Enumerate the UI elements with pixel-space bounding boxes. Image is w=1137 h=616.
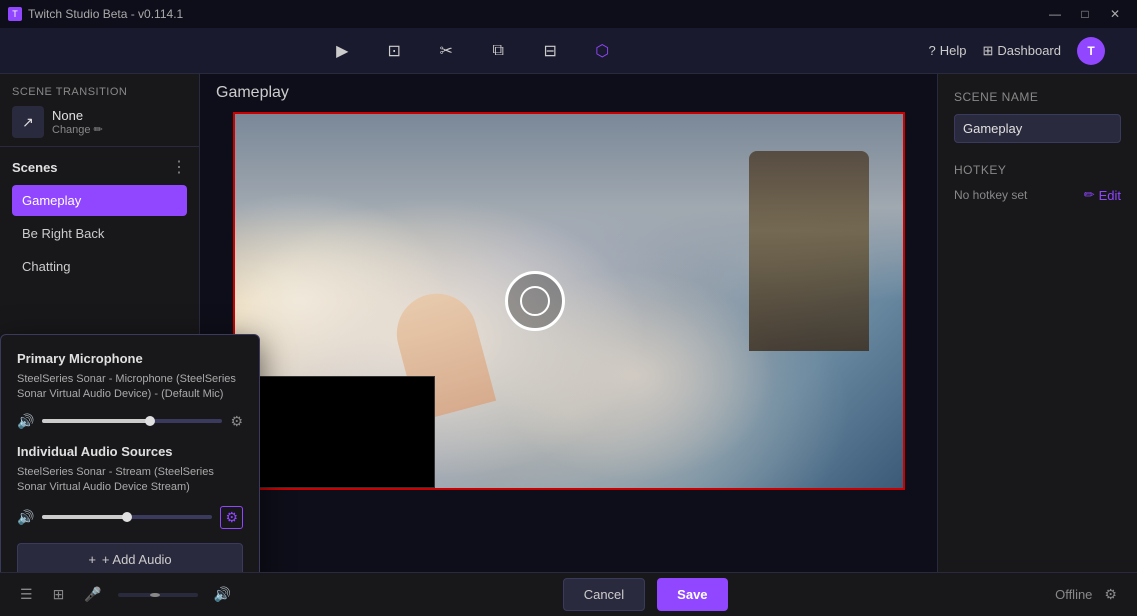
- individual-audio-device: SteelSeries Sonar - Stream (SteelSeries …: [17, 465, 243, 496]
- figure-right: [749, 151, 869, 351]
- titlebar-controls[interactable]: — □ ✕: [1041, 0, 1129, 28]
- titlebar-left: T Twitch Studio Beta - v0.114.1: [8, 7, 183, 21]
- app-icon: T: [8, 7, 22, 21]
- grid-button[interactable]: ⊞: [49, 582, 69, 607]
- bottom-right: Offline ⚙: [1055, 582, 1121, 607]
- toolbar: ▶ ⊡ ✂ ⧉ ⊟ ⬡ ? Help ⊞ Dashboard T: [0, 28, 1137, 74]
- speaker-icon: 🔊: [17, 413, 34, 430]
- bottom-left: ☰ ⊞ 🎤 🔊: [16, 582, 235, 607]
- hotkey-status-text: No hotkey set: [954, 188, 1027, 202]
- scene-item-chatting[interactable]: Chatting: [12, 251, 187, 282]
- left-sidebar: Scene Transition ↗ None Change ✏ Scenes …: [0, 74, 200, 572]
- scene-transition-section: Scene Transition ↗ None Change ✏: [0, 74, 199, 147]
- user-avatar[interactable]: T: [1077, 37, 1105, 65]
- transition-info: None Change ✏: [52, 108, 103, 136]
- align-tool-button[interactable]: ⊟: [534, 35, 566, 67]
- minimize-button[interactable]: —: [1041, 0, 1069, 28]
- edit-hotkey-button[interactable]: ✏ Edit: [1084, 187, 1121, 203]
- individual-audio-slider-thumb: [122, 512, 132, 522]
- individual-audio-controls: 🔊 ⚙: [17, 506, 243, 529]
- help-button[interactable]: ? Help: [929, 43, 967, 58]
- effects-tool-button[interactable]: ⬡: [586, 35, 618, 67]
- scene-item-be-right-back[interactable]: Be Right Back: [12, 218, 187, 249]
- mic-level-bar: [118, 593, 198, 597]
- bottom-center: Cancel Save: [563, 578, 728, 611]
- crop-tool-button[interactable]: ⊡: [378, 35, 410, 67]
- mic-button[interactable]: 🎤: [80, 582, 105, 607]
- primary-mic-device: SteelSeries Sonar - Microphone (SteelSer…: [17, 372, 243, 403]
- app-title: Twitch Studio Beta - v0.114.1: [28, 7, 183, 21]
- scene-item-gameplay[interactable]: Gameplay: [12, 185, 187, 216]
- scenes-more-button[interactable]: ⋮: [171, 157, 187, 177]
- transition-item: ↗ None Change ✏: [12, 106, 187, 138]
- scene-name-section: Scene Name: [954, 90, 1121, 143]
- change-transition-link[interactable]: Change ✏: [52, 123, 103, 136]
- hotkey-row: No hotkey set ✏ Edit: [954, 187, 1121, 203]
- add-audio-label: + Add Audio: [102, 552, 172, 567]
- individual-audio-slider-fill: [42, 515, 127, 519]
- menu-button[interactable]: ☰: [16, 582, 37, 607]
- edit-pencil-icon: ✏: [94, 123, 103, 136]
- transition-name: None: [52, 108, 103, 123]
- scene-transition-label: Scene Transition: [12, 86, 187, 98]
- duplicate-tool-button[interactable]: ⧉: [482, 35, 514, 67]
- primary-mic-gear-button[interactable]: ⚙: [230, 413, 243, 430]
- cancel-button[interactable]: Cancel: [563, 578, 645, 611]
- save-button[interactable]: Save: [657, 578, 727, 611]
- maximize-button[interactable]: □: [1071, 0, 1099, 28]
- audio-popup: Primary Microphone SteelSeries Sonar - M…: [0, 334, 260, 572]
- settings-button[interactable]: ⚙: [1100, 582, 1121, 607]
- speaker-icon-2: 🔊: [17, 509, 34, 526]
- toolbar-right: ? Help ⊞ Dashboard T: [929, 37, 1122, 65]
- logo-inner: [520, 286, 550, 316]
- bottom-bar: ☰ ⊞ 🎤 🔊 Cancel Save Offline ⚙: [0, 572, 1137, 616]
- preview-area: Gameplay: [200, 74, 937, 572]
- toolbar-center: ▶ ⊡ ✂ ⧉ ⊟ ⬡: [16, 35, 929, 67]
- edit-label: Edit: [1099, 188, 1121, 203]
- scene-name-label: Gameplay: [200, 74, 305, 112]
- dashboard-button[interactable]: ⊞ Dashboard: [982, 43, 1061, 59]
- toolbar-wrapper: ▶ ⊡ ✂ ⧉ ⊟ ⬡ ? Help ⊞ Dashboard T: [0, 35, 1137, 67]
- plus-icon: +: [88, 552, 96, 567]
- dashboard-label: Dashboard: [997, 43, 1061, 58]
- logo-overlay: [505, 271, 565, 331]
- primary-mic-title: Primary Microphone: [17, 351, 243, 366]
- scene-name-section-title: Scene Name: [954, 90, 1121, 104]
- individual-audio-title: Individual Audio Sources: [17, 444, 243, 459]
- select-tool-button[interactable]: ▶: [326, 35, 358, 67]
- scissors-tool-button[interactable]: ✂: [430, 35, 462, 67]
- preview-canvas: [233, 112, 905, 490]
- video-inset: [235, 376, 435, 488]
- help-icon: ?: [929, 43, 936, 58]
- primary-mic-slider[interactable]: [42, 419, 222, 423]
- hotkey-section-title: Hotkey: [954, 163, 1121, 177]
- scene-name-input[interactable]: [954, 114, 1121, 143]
- main-area: Scene Transition ↗ None Change ✏ Scenes …: [0, 74, 1137, 572]
- individual-audio-gear-button[interactable]: ⚙: [220, 506, 243, 529]
- scenes-section: Scenes ⋮ Gameplay Be Right Back Chatting: [0, 147, 199, 347]
- volume-button[interactable]: 🔊: [210, 582, 235, 607]
- mic-level-indicator: [150, 593, 160, 597]
- right-panel: Scene Name Hotkey No hotkey set ✏ Edit: [937, 74, 1137, 572]
- dashboard-icon: ⊞: [982, 43, 993, 59]
- primary-mic-slider-fill: [42, 419, 150, 423]
- edit-pencil-icon-2: ✏: [1084, 187, 1095, 203]
- scenes-header: Scenes ⋮: [12, 157, 187, 177]
- add-audio-button[interactable]: + + Add Audio: [17, 543, 243, 572]
- preview-background: [235, 114, 903, 488]
- transition-icon: ↗: [12, 106, 44, 138]
- scenes-title: Scenes: [12, 160, 58, 175]
- primary-mic-controls: 🔊 ⚙: [17, 413, 243, 430]
- help-label: Help: [940, 43, 967, 58]
- hotkey-section: Hotkey No hotkey set ✏ Edit: [954, 163, 1121, 203]
- individual-audio-slider[interactable]: [42, 515, 212, 519]
- close-button[interactable]: ✕: [1101, 0, 1129, 28]
- status-label: Offline: [1055, 587, 1092, 602]
- titlebar: T Twitch Studio Beta - v0.114.1 — □ ✕: [0, 0, 1137, 28]
- primary-mic-slider-thumb: [145, 416, 155, 426]
